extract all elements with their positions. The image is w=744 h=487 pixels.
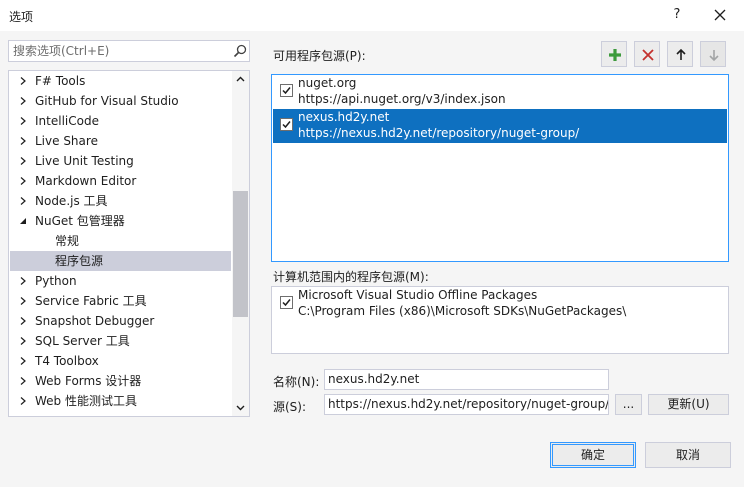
source-name: nexus.hd2y.net [298,110,390,124]
search-icon[interactable] [233,44,247,58]
tree-item[interactable]: 常规 [10,231,231,251]
scroll-down-button[interactable] [232,399,249,416]
cancel-button[interactable]: 取消 [645,442,731,468]
add-source-button[interactable] [601,41,627,67]
tree-item[interactable]: Service Fabric 工具 [10,291,231,311]
tree-item-label: Live Unit Testing [35,154,134,168]
collapsed-arrow-icon[interactable] [17,71,29,91]
browse-button[interactable]: ... [615,394,642,415]
arrow-down-icon [709,50,719,62]
tree-item-label: Snapshot Debugger [35,314,155,328]
window-title: 选项 [9,10,34,24]
close-icon [714,9,726,21]
machine-source-item[interactable]: Microsoft Visual Studio Offline Packages… [273,287,727,321]
collapsed-arrow-icon[interactable] [17,311,29,331]
machine-sources-label: 计算机范围内的程序包源(M): [273,270,429,284]
source-input[interactable]: https://nexus.hd2y.net/repository/nuget-… [324,394,609,415]
source-url: https://nexus.hd2y.net/repository/nuget-… [298,126,580,140]
collapsed-arrow-icon[interactable] [17,351,29,371]
tree-item-label: SQL Server 工具 [35,334,130,348]
tree-item[interactable]: Web Forms 设计器 [10,371,231,391]
source-item[interactable]: nuget.org https://api.nuget.org/v3/index… [273,75,727,109]
move-up-button[interactable] [667,41,693,67]
checkmark-icon [282,121,291,129]
collapsed-arrow-icon[interactable] [17,171,29,191]
tree-item-label: Markdown Editor [35,174,137,188]
checkmark-icon [282,299,291,307]
tree-item[interactable]: Markdown Editor [10,171,231,191]
scroll-up-button[interactable] [232,71,249,88]
collapsed-arrow-icon[interactable] [17,151,29,171]
checkmark-icon [282,87,291,95]
tree-item-label: Service Fabric 工具 [35,294,147,308]
collapsed-arrow-icon[interactable] [17,131,29,151]
tree-scrollbar[interactable] [232,71,249,416]
update-button[interactable]: 更新(U) [648,394,729,415]
source-url: https://api.nuget.org/v3/index.json [298,92,506,106]
tree-item[interactable]: SQL Server 工具 [10,331,231,351]
source-checkbox[interactable] [280,84,293,97]
machine-source-path: C:\Program Files (x86)\Microsoft SDKs\Nu… [298,304,627,318]
source-name: nuget.org [298,76,357,90]
tree-item-label: NuGet 包管理器 [35,214,125,228]
tree-item[interactable]: GitHub for Visual Studio [10,91,231,111]
tree-item-label: 常规 [55,234,80,248]
scroll-thumb[interactable] [233,191,248,317]
remove-source-button[interactable] [634,41,660,67]
tree-item[interactable]: F# Tools [10,71,231,91]
tree-item-label: T4 Toolbox [35,354,99,368]
tree-item[interactable]: Python [10,271,231,291]
close-button[interactable] [706,3,736,27]
expanded-arrow-icon[interactable] [17,211,29,231]
plus-icon [609,49,621,61]
tree-item-label: 程序包源 [55,254,104,268]
tree-item-label: IntelliCode [35,114,99,128]
source-checkbox[interactable] [280,118,293,131]
title-bar: 选项 ? [0,0,744,31]
search-box [8,40,250,62]
collapsed-arrow-icon[interactable] [17,391,29,411]
move-down-button[interactable] [700,41,726,67]
collapsed-arrow-icon[interactable] [17,271,29,291]
collapsed-arrow-icon[interactable] [17,331,29,351]
tree-item[interactable]: T4 Toolbox [10,351,231,371]
name-label: 名称(N): [273,375,320,389]
tree-item-label: Live Share [35,134,98,148]
arrow-up-icon [676,48,686,60]
tree-item-label: Web Forms 设计器 [35,374,142,388]
collapsed-arrow-icon[interactable] [17,91,29,111]
tree-item-label: Node.js 工具 [35,194,108,208]
options-tree: F# Tools GitHub for Visual Studio IntelliC… [8,70,250,417]
machine-source-name: Microsoft Visual Studio Offline Packages [298,288,538,302]
help-button[interactable]: ? [664,3,690,27]
tree-item[interactable]: Web 性能测试工具 [10,391,231,411]
tree-item-label: Python [35,274,77,288]
available-sources-label: 可用程序包源(P): [273,49,366,63]
machine-sources-list: Microsoft Visual Studio Offline Packages… [271,286,729,354]
collapsed-arrow-icon[interactable] [17,111,29,131]
available-sources-list: nuget.org https://api.nuget.org/v3/index… [271,74,729,262]
tree-item[interactable]: Snapshot Debugger [10,311,231,331]
machine-source-checkbox[interactable] [280,296,293,309]
chevron-up-icon [236,76,245,82]
source-item-selected[interactable]: nexus.hd2y.net https://nexus.hd2y.net/re… [273,109,727,143]
collapsed-arrow-icon[interactable] [17,371,29,391]
tree-item-label: F# Tools [35,74,86,88]
name-input[interactable]: nexus.hd2y.net [324,369,609,390]
tree-item-label: GitHub for Visual Studio [35,94,179,108]
tree-item[interactable]: Node.js 工具 [10,191,231,211]
tree-item[interactable]: NuGet 包管理器 [10,211,231,231]
chevron-down-icon [236,405,245,411]
tree-item[interactable]: IntelliCode [10,111,231,131]
tree-item[interactable]: Live Share [10,131,231,151]
collapsed-arrow-icon[interactable] [17,191,29,211]
remove-x-icon [642,49,654,61]
source-label: 源(S): [273,400,307,414]
tree-item-selected[interactable]: 程序包源 [10,251,231,271]
tree-item-label: Web 性能测试工具 [35,394,137,408]
search-input[interactable] [9,41,229,61]
collapsed-arrow-icon[interactable] [17,291,29,311]
ok-button[interactable]: 确定 [550,442,636,468]
tree-item[interactable]: Live Unit Testing [10,151,231,171]
